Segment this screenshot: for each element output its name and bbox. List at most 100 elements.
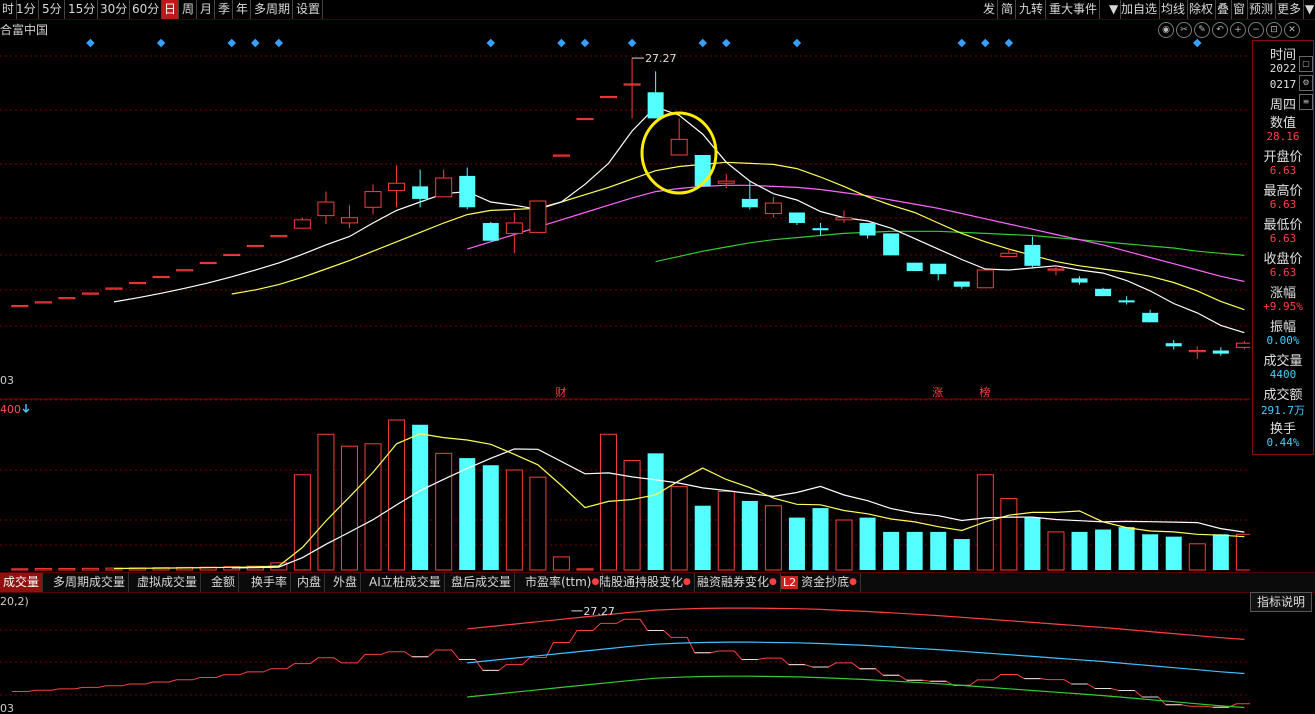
volume-bar bbox=[1095, 529, 1112, 570]
volume-bar bbox=[859, 517, 876, 570]
event-marker-label: 涨 bbox=[932, 386, 943, 399]
volume-bar bbox=[293, 474, 311, 571]
info-value: +9.95% bbox=[1263, 300, 1303, 313]
candle-body bbox=[741, 198, 758, 208]
tab-4[interactable]: 换手率 bbox=[248, 573, 292, 592]
close-icon[interactable]: ✕ bbox=[1284, 22, 1300, 38]
tab-0[interactable]: 成交量 bbox=[0, 573, 44, 592]
candle-body bbox=[435, 177, 453, 198]
candle-body bbox=[717, 180, 735, 184]
info-value: 291.7万 bbox=[1260, 404, 1306, 417]
volume-bar bbox=[670, 486, 688, 571]
volume-bar bbox=[1071, 531, 1088, 570]
volume-bar bbox=[930, 531, 947, 570]
event-diamond-icon bbox=[1193, 38, 1202, 48]
candle-body bbox=[1188, 350, 1206, 353]
candle-body bbox=[81, 292, 99, 295]
settings-icon[interactable]: ⚙ bbox=[1299, 75, 1313, 91]
candle-body bbox=[1235, 342, 1250, 348]
candle-body bbox=[529, 200, 547, 233]
info-label: 最高价 bbox=[1263, 184, 1303, 199]
tab-label: 外盘 bbox=[333, 575, 358, 589]
lower-indicator-label: 20,2) bbox=[0, 595, 29, 608]
kline-chart[interactable]: 27.27 03 400 20,2) 03 财 涨 榜 27.27 bbox=[0, 0, 1250, 714]
info-label: 数值 bbox=[1269, 116, 1296, 131]
tab-label: 盘后成交量 bbox=[451, 575, 512, 589]
event-diamond-icon bbox=[957, 38, 967, 48]
event-diamond-icon bbox=[627, 38, 637, 48]
info-label: 涨幅 bbox=[1269, 286, 1296, 301]
event-diamond-icon bbox=[722, 38, 731, 48]
tab-5[interactable]: 内盘 bbox=[294, 573, 326, 592]
candle-body bbox=[788, 212, 805, 223]
tab-2[interactable]: 虚拟成交量 bbox=[134, 573, 202, 592]
candle-body bbox=[1000, 252, 1018, 257]
tab-label: 市盈率(ttm) bbox=[525, 575, 592, 589]
event-diamond-icon bbox=[981, 38, 990, 48]
volume-bar bbox=[600, 433, 618, 571]
volume-bar bbox=[953, 539, 970, 570]
fullscreen-icon[interactable]: ⊡ bbox=[1266, 22, 1282, 38]
volume-bar bbox=[835, 519, 853, 571]
info-value: 6.63 bbox=[1269, 198, 1297, 211]
candle-body bbox=[623, 83, 641, 86]
info-value: 28.16 bbox=[1266, 130, 1300, 143]
volume-bar bbox=[883, 531, 900, 570]
event-diamond-icon bbox=[580, 38, 590, 48]
tab-9[interactable]: 市盈率(ttm)● bbox=[522, 573, 604, 592]
volume-bar bbox=[1235, 533, 1250, 571]
event-diamond-icon bbox=[227, 38, 236, 48]
tab-10[interactable]: 陆股通持股变化● bbox=[596, 573, 695, 592]
candle-body bbox=[1118, 300, 1135, 303]
candle-body bbox=[11, 305, 29, 308]
volume-bar bbox=[552, 556, 570, 571]
candle-body bbox=[364, 191, 382, 208]
event-diamond-icon bbox=[698, 38, 707, 48]
tab-dot-icon: ● bbox=[849, 577, 858, 587]
candle-body bbox=[953, 281, 970, 287]
volume-bar bbox=[764, 505, 782, 571]
tab-3[interactable]: 金额 bbox=[208, 573, 240, 592]
volume-bar bbox=[647, 453, 664, 570]
tab-dot-icon: ● bbox=[769, 577, 777, 587]
tab-12[interactable]: L2 资金抄底● bbox=[778, 573, 862, 592]
candle-body bbox=[647, 92, 664, 119]
lower-high-label: 27.27 bbox=[583, 605, 615, 618]
volume-bar bbox=[340, 445, 358, 571]
info-label: 成交额 bbox=[1263, 388, 1303, 403]
volume-bar bbox=[58, 568, 76, 571]
zoom-out-icon[interactable]: − bbox=[1248, 22, 1264, 38]
expand-icon[interactable]: ▢ bbox=[1299, 56, 1313, 72]
tab-6[interactable]: 外盘 bbox=[330, 573, 362, 592]
candle-body bbox=[129, 281, 147, 285]
tab-8[interactable]: 盘后成交量 bbox=[448, 573, 516, 592]
toolbar-right-12[interactable]: ▼ bbox=[1303, 0, 1315, 19]
tab-label: 融资融券变化 bbox=[697, 575, 770, 589]
toolbar-right-11[interactable]: 更多 bbox=[1275, 0, 1305, 19]
info-label: 振幅 bbox=[1269, 320, 1296, 335]
list-icon[interactable]: ≡ bbox=[1299, 94, 1313, 110]
indicator-tabs: 成交量 多周期成交量 虚拟成交量 金额 换手率 内盘 外盘 AI立桩成交量 盘后成交量 市盈率(t… bbox=[0, 572, 1315, 593]
volume-bar bbox=[529, 476, 547, 571]
candle-body bbox=[246, 244, 264, 248]
candle-body bbox=[105, 287, 123, 290]
lower-price-step-line bbox=[11, 618, 1250, 708]
info-value: 4400 bbox=[1269, 368, 1297, 381]
tab-11[interactable]: 融资融券变化● bbox=[694, 573, 781, 592]
info-value: 6.63 bbox=[1269, 164, 1297, 177]
event-diamond-icon bbox=[1004, 38, 1014, 48]
tab-1[interactable]: 多周期成交量 bbox=[50, 573, 130, 592]
tab-7[interactable]: AI立桩成交量 bbox=[366, 573, 445, 592]
price-axis-bottom-label: 03 bbox=[0, 374, 14, 387]
candle-body bbox=[34, 301, 52, 304]
info-value: 0.44% bbox=[1266, 436, 1300, 449]
candle-body bbox=[600, 95, 618, 99]
indicator-explain-button[interactable]: 指标说明 bbox=[1250, 592, 1313, 612]
toolbar-right-10[interactable]: 预测 bbox=[1247, 0, 1277, 19]
tab-label: 陆股通持股变化 bbox=[599, 575, 684, 589]
info-value: 6.63 bbox=[1269, 232, 1297, 245]
info-label: 收盘价 bbox=[1263, 252, 1303, 267]
mid-band-line bbox=[467, 641, 1245, 675]
event-diamond-icon bbox=[86, 38, 95, 48]
info-label: 换手 bbox=[1269, 422, 1296, 437]
